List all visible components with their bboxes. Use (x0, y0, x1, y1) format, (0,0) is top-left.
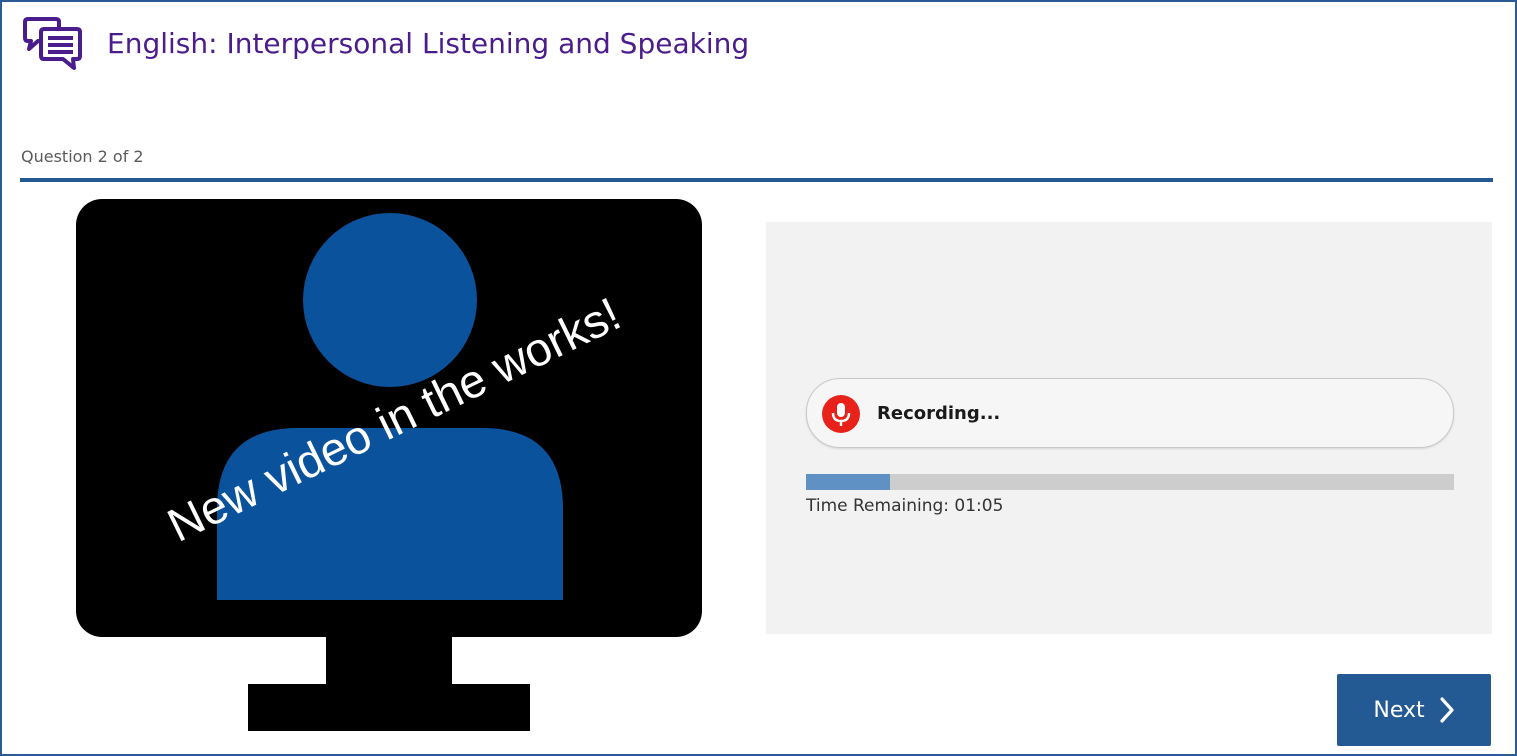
microphone-icon (822, 395, 860, 433)
next-button-label: Next (1373, 697, 1425, 723)
time-progress-fill (806, 474, 891, 490)
next-button[interactable]: Next (1337, 674, 1491, 746)
monitor-person-icon (76, 199, 702, 731)
header-divider (20, 178, 1493, 182)
video-placeholder: New video in the works! (76, 199, 702, 731)
chat-bubbles-icon (20, 16, 84, 72)
time-remaining-label: Time Remaining: 01:05 (806, 496, 1004, 516)
page-title: English: Interpersonal Listening and Spe… (107, 27, 750, 60)
time-progress-bar (806, 474, 1454, 490)
recording-status-label: Recording... (877, 403, 1001, 424)
question-counter: Question 2 of 2 (21, 147, 144, 166)
chevron-right-icon (1439, 697, 1455, 723)
